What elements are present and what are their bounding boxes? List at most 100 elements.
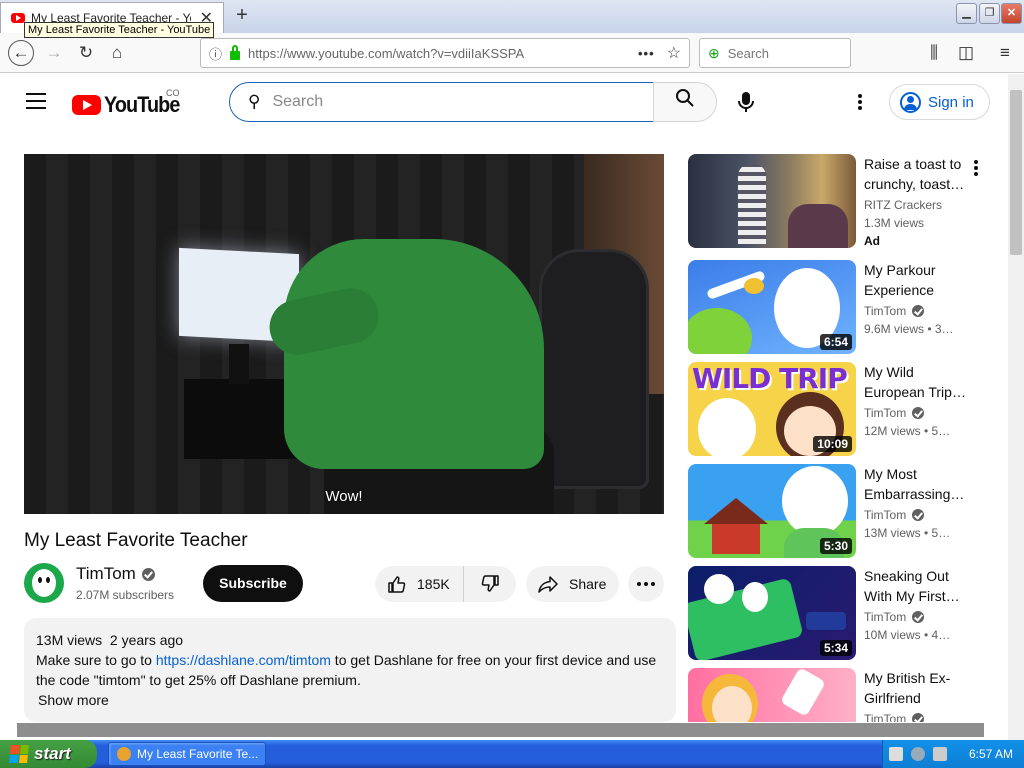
new-tab-button[interactable]: + xyxy=(232,4,252,27)
keyboard-icon[interactable] xyxy=(889,747,903,761)
thumb-character-face xyxy=(704,574,734,604)
recommendation-item[interactable]: 6:54 My Parkour Experience TimTom 9.6M v… xyxy=(688,260,988,354)
video-player[interactable] xyxy=(24,154,664,514)
recommendation-title[interactable]: My Most Embarrassing… xyxy=(864,464,974,504)
channel-name-text[interactable]: TimTom xyxy=(76,564,136,584)
guide-menu-icon[interactable] xyxy=(26,93,46,109)
youtube-play-icon xyxy=(72,95,101,115)
back-button[interactable]: ← xyxy=(8,40,34,66)
recommendation-channel: TimTom xyxy=(864,712,925,722)
youtube-favicon-icon xyxy=(11,13,25,23)
recommendation-thumbnail[interactable]: 6:54 xyxy=(688,260,856,354)
recommendation-title[interactable]: My Wild European Trip… xyxy=(864,362,974,402)
thumb-character-legs xyxy=(780,668,826,717)
video-caption: Wow! xyxy=(325,488,363,505)
minimize-window-button[interactable]: ▁ xyxy=(956,3,977,24)
recommendation-channel-name: TimTom xyxy=(864,508,907,522)
subscribe-button[interactable]: Subscribe xyxy=(203,565,303,602)
start-button[interactable]: start xyxy=(0,740,97,768)
recommendation-title[interactable]: My British Ex-Girlfriend xyxy=(864,668,974,708)
clock[interactable]: 6:57 AM xyxy=(969,747,1013,761)
bookmark-star-icon[interactable]: ☆ xyxy=(667,43,681,63)
show-more-button[interactable]: Show more xyxy=(38,690,664,710)
recommendation-meta: 9.6M views • 3… xyxy=(864,322,954,336)
recommendation-channel-name: TimTom xyxy=(864,406,907,420)
share-label: Share xyxy=(569,576,607,592)
recommendation-thumbnail[interactable]: WILD TRIP 10:09 xyxy=(688,362,856,456)
recommendation-thumbnail[interactable] xyxy=(688,154,856,248)
view-count: 13M views xyxy=(36,632,103,648)
voice-search-mic-icon[interactable] xyxy=(737,91,755,113)
recommendation-thumbnail[interactable]: 5:30 xyxy=(688,464,856,558)
thumb-police-car xyxy=(806,612,846,630)
sign-in-label: Sign in xyxy=(928,93,974,111)
search-engine-icon: ⊕ xyxy=(708,44,720,61)
recommendation-title[interactable]: Sneaking Out With My First… xyxy=(864,566,974,606)
thumbs-down-icon xyxy=(481,575,499,592)
like-count: 185K xyxy=(417,576,450,592)
thumb-person-figure xyxy=(738,164,766,244)
firefox-icon xyxy=(117,747,131,761)
like-button[interactable]: 185K xyxy=(375,566,464,602)
network-icon[interactable] xyxy=(911,747,925,761)
forward-button[interactable]: → xyxy=(42,41,66,65)
recommendation-item[interactable]: 5:34 Sneaking Out With My First… TimTom … xyxy=(688,566,988,660)
library-icon[interactable]: ⫼ xyxy=(922,41,946,65)
url-text[interactable]: https://www.youtube.com/watch?v=vdiiIaKS… xyxy=(248,46,524,61)
restore-window-button[interactable]: ❐ xyxy=(979,3,1000,24)
more-actions-button[interactable] xyxy=(628,566,664,602)
recommendation-item[interactable]: WILD TRIP 10:09 My Wild European Trip… T… xyxy=(688,362,988,456)
dislike-button[interactable] xyxy=(464,566,516,602)
recommendation-channel-name: TimTom xyxy=(864,712,907,722)
horizontal-scrollbar[interactable] xyxy=(17,723,984,737)
sidebar-toggle-icon[interactable]: ◫ xyxy=(954,41,978,65)
home-button[interactable]: ⌂ xyxy=(105,41,129,65)
verified-check-icon xyxy=(912,509,925,521)
description-box[interactable]: 13M views 2 years ago Make sure to go to… xyxy=(24,618,676,722)
thumb-people-figures xyxy=(788,204,848,248)
description-text: Make sure to go to https://dashlane.com/… xyxy=(36,650,664,690)
search-button[interactable] xyxy=(653,82,717,122)
recommendation-meta: 12M views • 5… xyxy=(864,424,951,438)
thumb-hill xyxy=(688,308,752,354)
recommendation-title[interactable]: My Parkour Experience xyxy=(864,260,974,300)
recommendation-thumbnail[interactable]: 5:34 xyxy=(688,566,856,660)
sign-in-button[interactable]: Sign in xyxy=(889,84,990,120)
search-input[interactable] xyxy=(272,93,613,111)
taskbar-window-button[interactable]: My Least Favorite Te... xyxy=(108,742,266,766)
page-actions-icon[interactable]: ••• xyxy=(638,46,655,61)
share-button[interactable]: Share xyxy=(526,566,619,602)
site-info-icon[interactable]: ⓘ xyxy=(209,44,222,63)
recommendation-meta: 13M views • 5… xyxy=(864,526,951,540)
recommendation-menu-icon[interactable] xyxy=(974,160,978,176)
recommendation-title[interactable]: Raise a toast to crunchy, toast… xyxy=(864,154,974,194)
reload-button[interactable]: ↻ xyxy=(74,41,98,65)
close-window-button[interactable]: ✕ xyxy=(1001,3,1022,24)
browser-search-field[interactable]: ⊕ Search xyxy=(699,38,851,68)
video-frame-chair xyxy=(539,249,649,489)
recommendation-channel-name: TimTom xyxy=(864,304,907,318)
channel-avatar[interactable] xyxy=(24,563,64,603)
recommendation-item[interactable]: My British Ex-Girlfriend TimTom xyxy=(688,668,988,722)
volume-icon[interactable] xyxy=(933,747,947,761)
video-duration: 6:54 xyxy=(819,334,852,350)
channel-name[interactable]: TimTom xyxy=(76,564,155,584)
vertical-scrollbar-thumb[interactable] xyxy=(1010,90,1022,255)
share-arrow-icon xyxy=(538,576,558,593)
verified-check-icon xyxy=(912,713,925,722)
recommendation-item[interactable]: 5:30 My Most Embarrassing… TimTom 13M vi… xyxy=(688,464,988,558)
verified-check-icon xyxy=(912,305,925,317)
recommendation-thumbnail[interactable] xyxy=(688,668,856,722)
windows-flag-icon xyxy=(9,745,29,763)
settings-kebab-icon[interactable] xyxy=(852,92,868,112)
verified-check-icon xyxy=(141,567,155,581)
thumb-character-face xyxy=(782,466,848,536)
search-icon: ⚲ xyxy=(248,92,261,111)
lock-icon xyxy=(230,44,241,60)
description-link[interactable]: https://dashlane.com/timtom xyxy=(156,652,331,668)
address-bar[interactable]: ⓘ https://www.youtube.com/watch?v=vdiiIa… xyxy=(200,38,690,68)
system-tray: 6:57 AM xyxy=(882,740,1024,768)
search-box[interactable]: ⚲ xyxy=(229,82,654,122)
recommendation-item[interactable]: Raise a toast to crunchy, toast… RITZ Cr… xyxy=(688,154,988,248)
browser-menu-icon[interactable]: ≡ xyxy=(993,41,1017,65)
